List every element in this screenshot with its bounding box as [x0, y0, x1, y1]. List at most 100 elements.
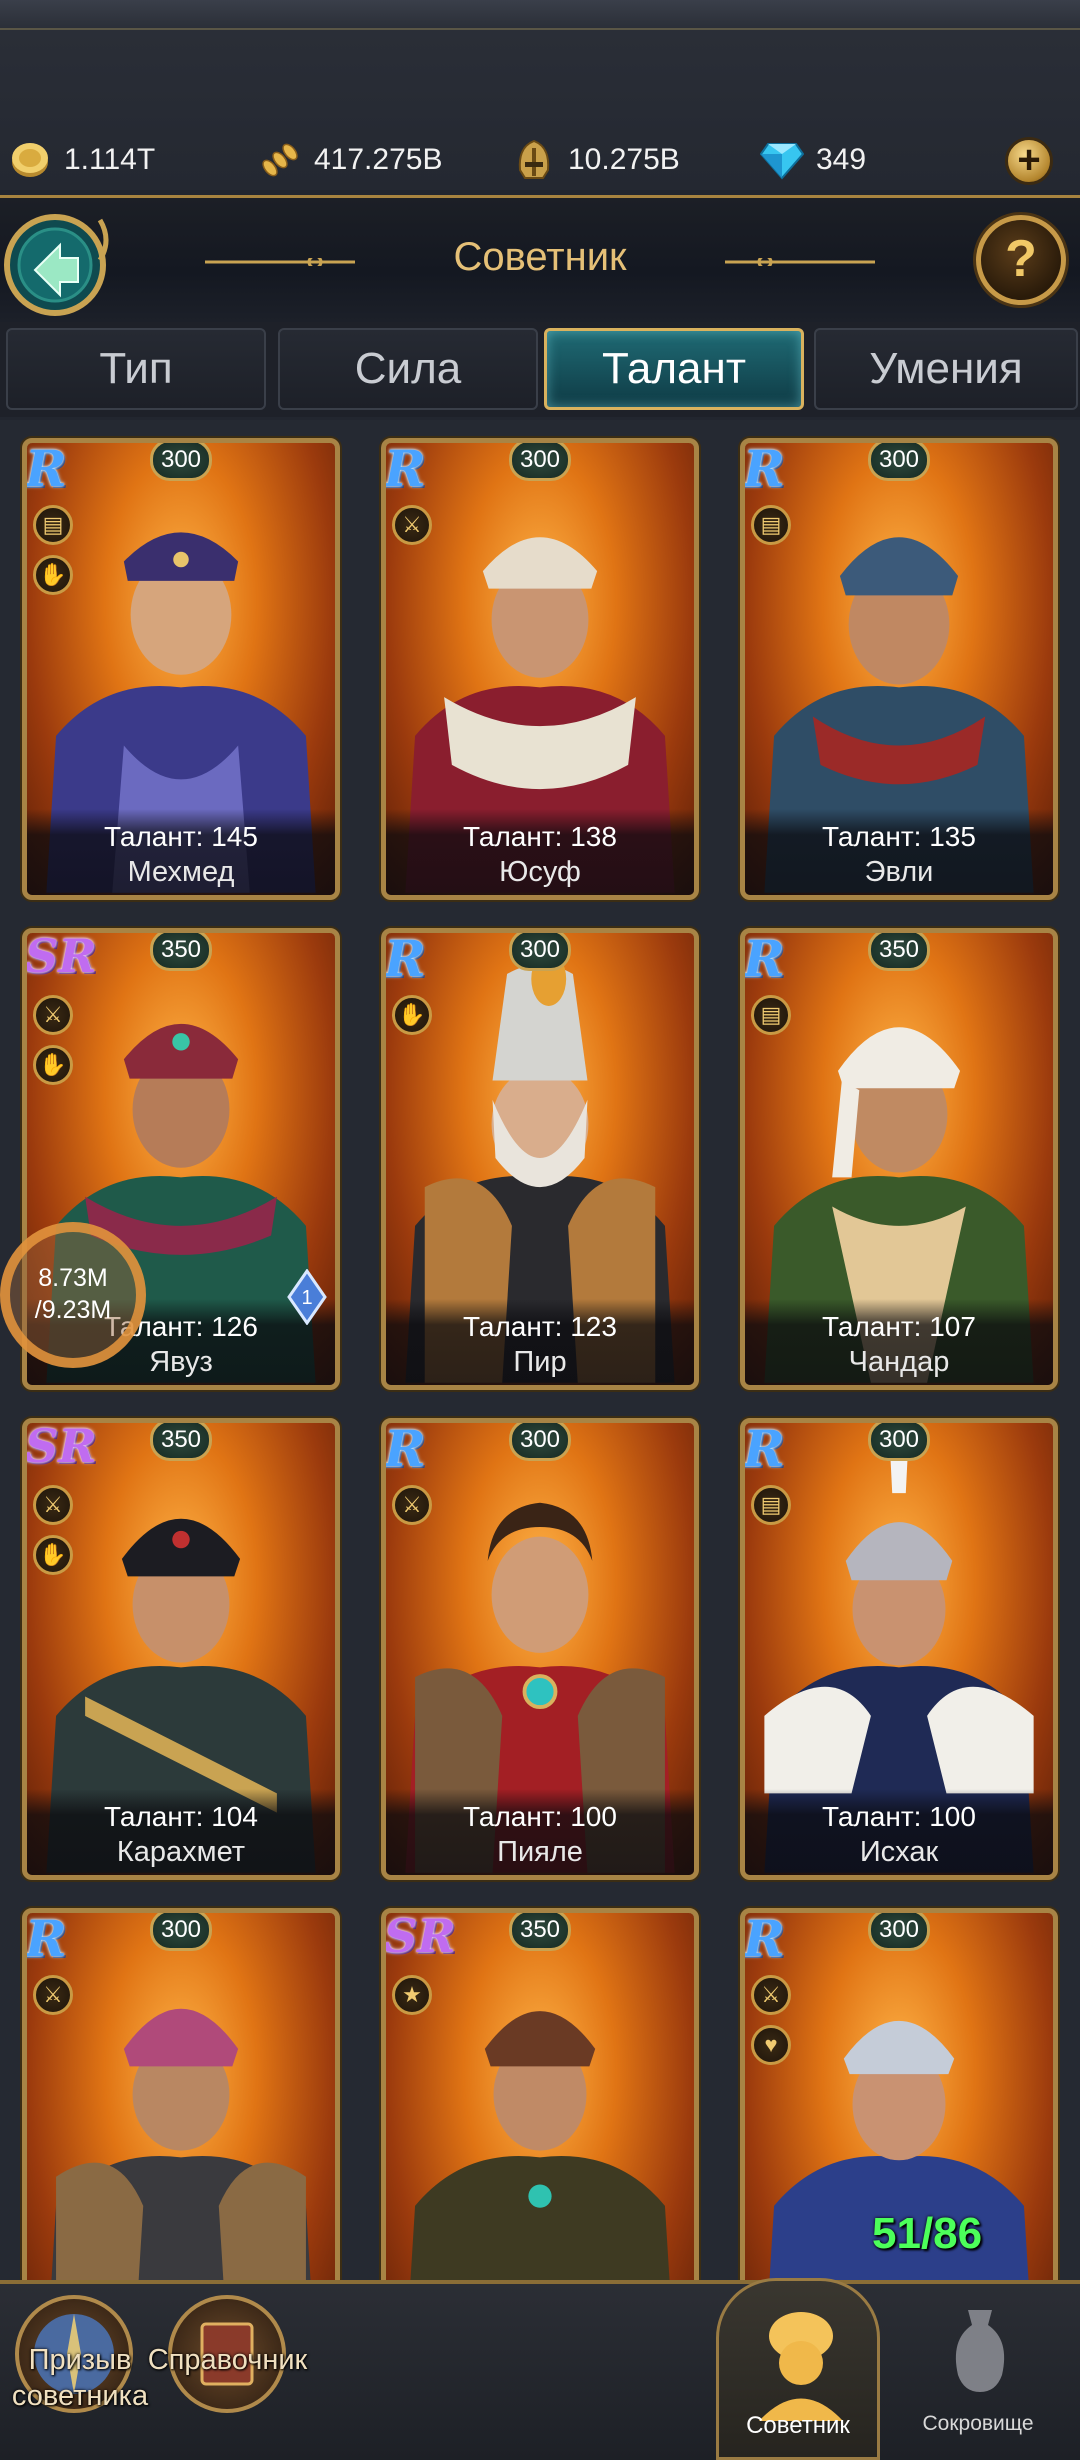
- advisor-name: Мехмед: [127, 856, 235, 888]
- timer-current: 8.73M: [38, 1264, 108, 1292]
- nav-treasure[interactable]: [930, 2300, 1030, 2400]
- crossed-swords-icon: ⚔: [33, 1485, 73, 1525]
- level-badge: 300: [509, 443, 571, 481]
- advisor-count: 51/86: [872, 2209, 983, 2258]
- advisor-portrait: [51, 2008, 311, 2280]
- diamond-icon: [760, 138, 804, 182]
- handshake-icon: ✋: [33, 1535, 73, 1575]
- star-icon: ★: [392, 1975, 432, 2015]
- level-badge: 300: [868, 443, 930, 481]
- advisor-card[interactable]: SR 350 ⚔ ✋ Талант: 104 Карахмет: [22, 1418, 340, 1880]
- advisor-card[interactable]: R 300 ⚔ Талант: 100 Пияле: [381, 1418, 699, 1880]
- talent-value: Талант: 123: [463, 1311, 617, 1342]
- level-badge: 350: [509, 1913, 571, 1951]
- troops-value: 10.275B: [568, 143, 680, 176]
- rarity-badge: R: [25, 1909, 67, 1968]
- rarity-badge: R: [743, 1909, 785, 1968]
- nav-advisor-label: Советник: [746, 2412, 850, 2439]
- advisor-card[interactable]: SR 350 ★: [381, 1908, 699, 2280]
- heart-icon: ♥: [751, 2025, 791, 2065]
- level-badge: 300: [509, 933, 571, 971]
- level-badge: 300: [868, 1423, 930, 1461]
- crossed-swords-icon: ⚔: [33, 995, 73, 1035]
- talent-value: Талант: 100: [463, 1801, 617, 1832]
- add-resource-button[interactable]: +: [1005, 137, 1053, 185]
- crossed-swords-icon: ⚔: [751, 1975, 791, 2015]
- rarity-badge: R: [743, 439, 785, 498]
- advisor-name: Пияле: [497, 1836, 583, 1868]
- rarity-badge: R: [743, 1419, 785, 1478]
- book-icon: ▤: [751, 995, 791, 1035]
- vase-icon: [955, 2310, 1005, 2392]
- level-badge: 350: [150, 933, 212, 971]
- level-badge: 350: [150, 1423, 212, 1461]
- gold-coin-icon: [8, 138, 52, 182]
- level-badge: 300: [150, 443, 212, 481]
- advisor-name: Карахмет: [116, 1836, 246, 1868]
- advisor-name: Пир: [513, 1346, 567, 1378]
- svg-text:1: 1: [301, 1287, 312, 1309]
- talent-value: Талант: 135: [822, 821, 976, 852]
- rarity-badge: R: [743, 929, 785, 988]
- help-button[interactable]: ?: [976, 215, 1066, 305]
- advisor-card[interactable]: R 300 ▤ Талант: 135 Эвли: [740, 438, 1058, 900]
- advisor-name: Чандар: [848, 1346, 950, 1378]
- troops-resource[interactable]: 10.275B: [512, 135, 680, 185]
- rarity-badge: R: [384, 439, 426, 498]
- summon-advisor-label: Призыв советника: [11, 2344, 149, 2412]
- advisor-name: Исхак: [859, 1836, 939, 1868]
- advisor-card[interactable]: R 350 ▤ Талант: 107 Чандар: [740, 928, 1058, 1390]
- advisor-card[interactable]: R 300 ⚔: [22, 1908, 340, 2280]
- talent-value: Талант: 145: [104, 821, 258, 852]
- handshake-icon: ✋: [33, 555, 73, 595]
- crossed-swords-icon: ⚔: [392, 505, 432, 545]
- handshake-icon: ✋: [33, 1045, 73, 1085]
- talent-value: Талант: 138: [463, 821, 617, 852]
- advisor-card[interactable]: R 300 ⚔ Талант: 138 Юсуф: [381, 438, 699, 900]
- crossed-swords-icon: ⚔: [392, 1485, 432, 1525]
- book-icon: ▤: [751, 1485, 791, 1525]
- talent-value: Талант: 104: [104, 1801, 258, 1832]
- crossed-swords-icon: ⚔: [33, 1975, 73, 2015]
- advisor-name: Эвли: [864, 856, 934, 888]
- book-icon: ▤: [751, 505, 791, 545]
- level-badge: 300: [509, 1423, 571, 1461]
- rarity-badge: R: [384, 929, 426, 988]
- talent-value: Талант: 100: [822, 1801, 976, 1832]
- gems-value: 349: [816, 143, 867, 176]
- rarity-badge: SR: [384, 1909, 456, 1963]
- tab-power[interactable]: Сила: [278, 328, 538, 410]
- handshake-icon: ✋: [392, 995, 432, 1035]
- food-value: 417.275B: [314, 143, 443, 176]
- nav-treasure-label: Сокровище: [922, 2412, 1034, 2435]
- wheat-icon: [258, 138, 302, 182]
- gold-resource[interactable]: 1.114T: [8, 135, 155, 185]
- reference-label: Справочник: [147, 2344, 308, 2376]
- level-badge: 350: [868, 933, 930, 971]
- level-badge: 300: [150, 1913, 212, 1951]
- tab-skills[interactable]: Умения: [814, 328, 1078, 410]
- gold-value: 1.114T: [64, 143, 156, 176]
- tab-type[interactable]: Тип: [6, 328, 266, 410]
- rarity-badge: SR: [25, 929, 97, 983]
- advisor-card[interactable]: R 300 ✋ Талант: 123 Пир: [381, 928, 699, 1390]
- helmet-icon: [512, 138, 556, 182]
- talent-value: Талант: 107: [822, 1311, 976, 1342]
- timer-total: /9.23M: [34, 1296, 112, 1324]
- status-strip: [0, 0, 1080, 30]
- advisor-icon: [759, 2312, 843, 2421]
- advisor-name: Юсуф: [499, 856, 581, 888]
- advisor-grid: R 300 ▤ ✋ Талант: 145 Мехмед R 300 ⚔ Тал…: [0, 420, 1080, 2280]
- tab-talent[interactable]: Талант: [544, 328, 804, 410]
- advisor-portrait: [410, 2011, 670, 2280]
- gems-resource[interactable]: 349: [760, 135, 866, 185]
- advisor-card[interactable]: R 300 ▤ Талант: 100 Исхак: [740, 1418, 1058, 1880]
- food-resource[interactable]: 417.275B: [258, 135, 442, 185]
- question-mark-icon: ?: [1005, 230, 1037, 288]
- page-title: Советник: [453, 235, 627, 279]
- rarity-badge: R: [25, 439, 67, 498]
- advisor-card[interactable]: R 300 ▤ ✋ Талант: 145 Мехмед: [22, 438, 340, 900]
- rarity-badge: SR: [25, 1419, 97, 1473]
- level-badge: 300: [868, 1913, 930, 1951]
- progress-timer[interactable]: 8.73M /9.23M: [0, 1222, 146, 1368]
